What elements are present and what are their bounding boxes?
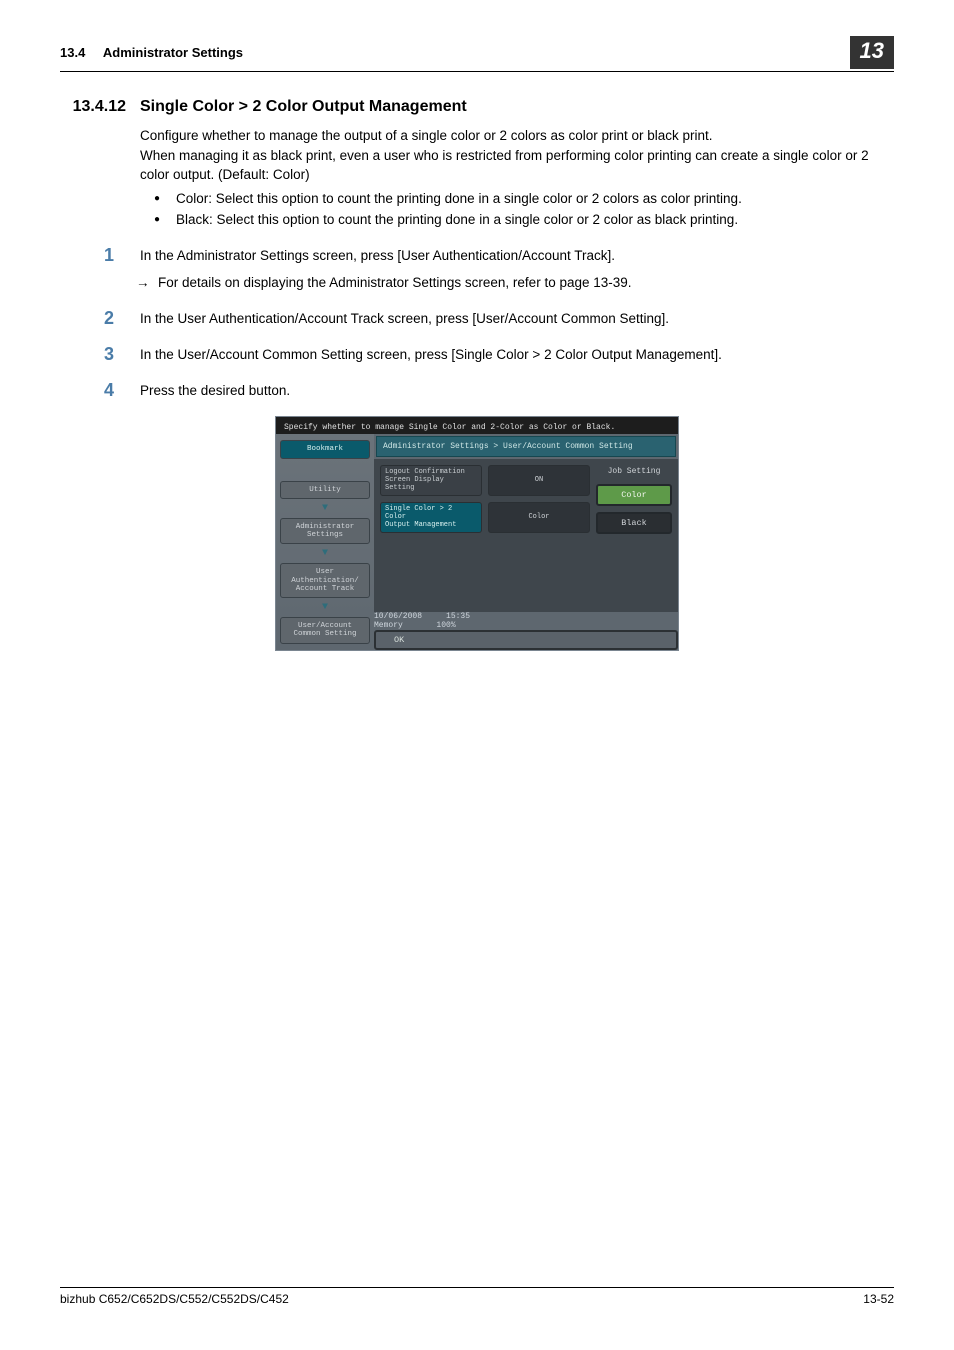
step-text-1: In the Administrator Settings screen, pr… <box>140 246 894 266</box>
nav-arrow-icon: ▼ <box>280 602 370 613</box>
step-number-2: 2 <box>60 309 140 329</box>
intro-paragraph-2: When managing it as black print, even a … <box>140 146 894 185</box>
setting-row: Single Color > 2 Color Output Management… <box>380 502 590 533</box>
bullet-color: Color: Select this option to count the p… <box>140 189 894 209</box>
setting-label-output-mgmt[interactable]: Single Color > 2 Color Output Management <box>380 502 482 533</box>
intro-paragraph-1: Configure whether to manage the output o… <box>140 126 894 146</box>
step-number-3: 3 <box>60 345 140 365</box>
step-text-2: In the User Authentication/Account Track… <box>140 309 894 329</box>
step-number-1: 1 <box>60 246 140 293</box>
step-text-3: In the User/Account Common Setting scree… <box>140 345 894 365</box>
nav-arrow-icon: ▼ <box>280 548 370 559</box>
footer-model: bizhub C652/C652DS/C552/C552DS/C452 <box>60 1292 289 1306</box>
nav-bookmark-button[interactable]: Bookmark <box>280 440 370 458</box>
nav-admin-settings-button[interactable]: Administrator Settings <box>280 518 370 545</box>
step-text-4: Press the desired button. <box>140 381 894 401</box>
device-prompt: Specify whether to manage Single Color a… <box>276 417 678 434</box>
job-setting-label: Job Setting <box>596 465 672 478</box>
nav-utility-button[interactable]: Utility <box>280 481 370 499</box>
nav-user-auth-button[interactable]: User Authentication/ Account Track <box>280 563 370 598</box>
device-panel: Specify whether to manage Single Color a… <box>275 416 679 650</box>
setting-value-logout: ON <box>488 465 590 496</box>
footer-date: 10/06/2008 <box>374 612 422 621</box>
footer-time: 15:35 <box>446 612 470 621</box>
footer-memory-value: 100% <box>436 621 455 630</box>
step-subnote-1: For details on displaying the Administra… <box>140 273 894 293</box>
setting-label-logout[interactable]: Logout Confirmation Screen Display Setti… <box>380 465 482 496</box>
chapter-badge: 13 <box>850 36 894 69</box>
option-black-button[interactable]: Black <box>596 512 672 534</box>
footer-page-number: 13-52 <box>863 1292 894 1306</box>
device-breadcrumb: Administrator Settings > User/Account Co… <box>376 436 676 457</box>
setting-row: Logout Confirmation Screen Display Setti… <box>380 465 590 496</box>
bullet-black: Black: Select this option to count the p… <box>140 210 894 230</box>
page-footer: bizhub C652/C652DS/C552/C552DS/C452 13-5… <box>60 1287 894 1306</box>
nav-arrow-icon: ▼ <box>280 503 370 514</box>
nav-common-setting-button[interactable]: User/Account Common Setting <box>280 617 370 644</box>
setting-value-output-mgmt: Color <box>488 502 590 533</box>
page-header: 13.4 Administrator Settings 13 <box>60 36 894 72</box>
option-list: Color: Select this option to count the p… <box>140 189 894 230</box>
footer-memory-label: Memory <box>374 621 403 630</box>
section-number: 13.4.12 <box>60 98 140 116</box>
option-color-button[interactable]: Color <box>596 484 672 506</box>
header-section-name: Administrator Settings <box>103 45 243 60</box>
header-section-number: 13.4 <box>60 45 85 60</box>
step-number-4: 4 <box>60 381 140 401</box>
ok-button[interactable]: OK <box>374 630 678 650</box>
section-title: Single Color > 2 Color Output Management <box>140 98 467 116</box>
device-nav: Bookmark Utility ▼ Administrator Setting… <box>276 434 374 649</box>
